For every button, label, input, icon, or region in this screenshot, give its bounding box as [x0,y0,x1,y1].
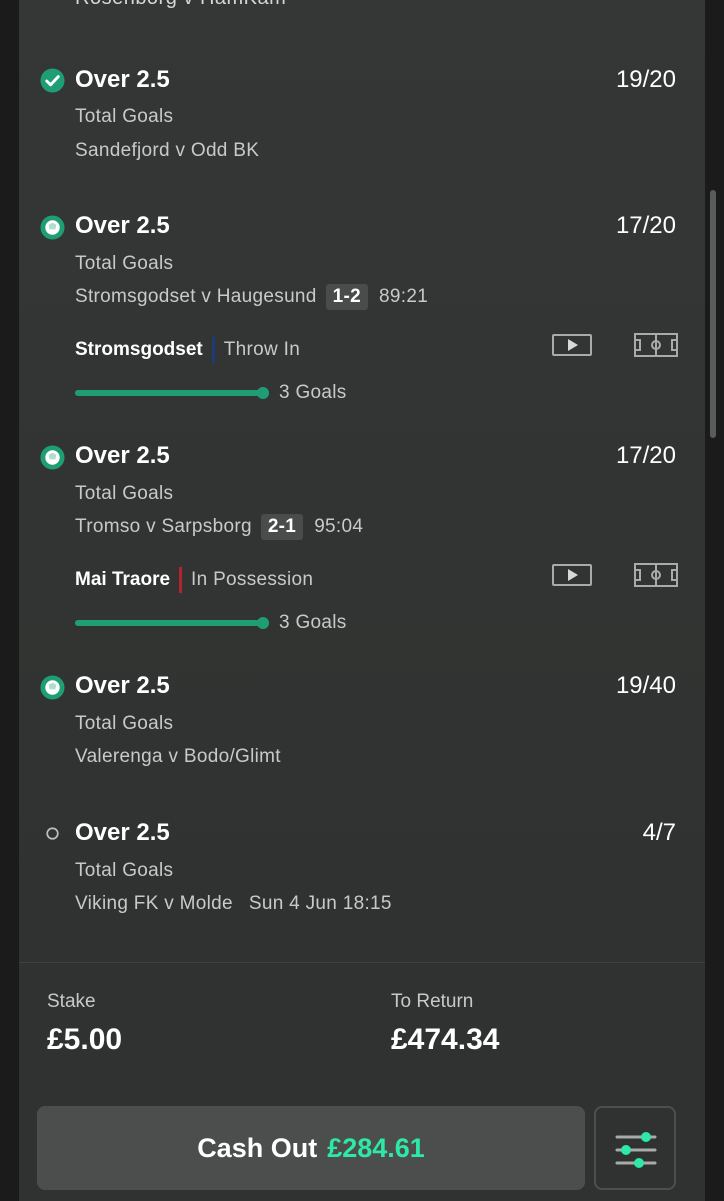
progress-fill [75,390,265,396]
live-state: In Possession [191,569,314,590]
event-teams: Tromso v Sarpsborg [75,516,252,537]
match-clock: 95:04 [314,516,364,537]
live-score: 1-2 [325,284,369,310]
live-status-row: Stromsgodset Throw In [75,337,300,363]
selection-name: Over 2.5 [75,66,170,93]
selection-odds: 17/20 [615,442,676,469]
live-score: 2-1 [260,514,304,540]
live-status-row: Mai Traore In Possession [75,567,313,593]
football-live-icon [40,445,65,470]
kickoff-time: Sun 4 Jun 18:15 [248,893,392,914]
event-name: Stromsgodset v Haugesund 1-2 89:21 [75,284,428,310]
market-name: Total Goals [75,713,174,734]
selection-name: Over 2.5 [75,819,170,846]
event-name: Tromso v Sarpsborg 2-1 95:04 [75,514,363,540]
play-icon [568,569,578,581]
stake-label: Stake [47,991,96,1012]
check-circle-icon [40,68,65,93]
event-name: Sandefjord v Odd BK [75,140,259,162]
team-color-bar [211,337,215,363]
sliders-icon [615,1132,657,1168]
match-clock: 89:21 [379,286,429,307]
cash-out-settings-button[interactable] [594,1106,676,1190]
live-team-name: Stromsgodset [75,339,203,360]
cash-out-amount: £284.61 [327,1132,425,1163]
stake-value: £5.00 [47,1023,123,1056]
event-name: Valerenga v Bodo/Glimt [75,746,281,768]
event-name: Viking FK v Molde Sun 4 Jun 18:15 [75,893,392,915]
selection-name: Over 2.5 [75,672,170,699]
progress-track [75,387,269,399]
pitch-tracker-icon[interactable] [634,563,678,587]
bet-summary-footer: Stake £5.00 To Return £474.34 Cash Out £… [19,962,705,1201]
watch-video-button[interactable] [552,334,592,356]
selection-odds: 19/20 [615,66,676,93]
selection-odds: 19/40 [615,672,676,699]
football-live-icon [40,675,65,700]
selection-name: Over 2.5 [75,442,170,469]
market-name: Total Goals [75,860,174,881]
goal-progress: 3 Goals [75,382,347,404]
market-name: Total Goals [75,106,174,127]
progress-label: 3 Goals [279,612,347,633]
team-color-bar [179,567,183,593]
event-teams: Valerenga v Bodo/Glimt [75,746,281,767]
event-teams: Viking FK v Molde [75,893,233,914]
goal-progress: 3 Goals [75,612,347,634]
pitch-tracker-icon[interactable] [634,333,678,357]
football-live-icon [40,215,65,240]
progress-track [75,617,269,629]
watch-video-button[interactable] [552,564,592,586]
market-name: Total Goals [75,253,174,274]
event-teams: Sandefjord v Odd BK [75,140,260,161]
scrollbar[interactable] [710,190,716,438]
return-value: £474.34 [391,1023,500,1056]
progress-label: 3 Goals [279,382,347,403]
progress-knob [257,387,269,399]
cash-out-button[interactable]: Cash Out £284.61 [37,1106,585,1190]
selection-name: Over 2.5 [75,212,170,239]
live-team-name: Mai Traore [75,569,171,590]
play-icon [568,339,578,351]
selection-odds: 4/7 [642,819,676,846]
pending-circle-icon [46,827,59,840]
progress-fill [75,620,265,626]
live-state: Throw In [223,339,301,360]
partial-event-name: Rosenborg v HamKam [75,0,286,10]
market-name: Total Goals [75,483,174,504]
return-label: To Return [391,991,474,1012]
progress-knob [257,617,269,629]
selection-odds: 17/20 [615,212,676,239]
cash-out-label: Cash Out [197,1132,318,1163]
event-teams: Stromsgodset v Haugesund [75,286,317,307]
